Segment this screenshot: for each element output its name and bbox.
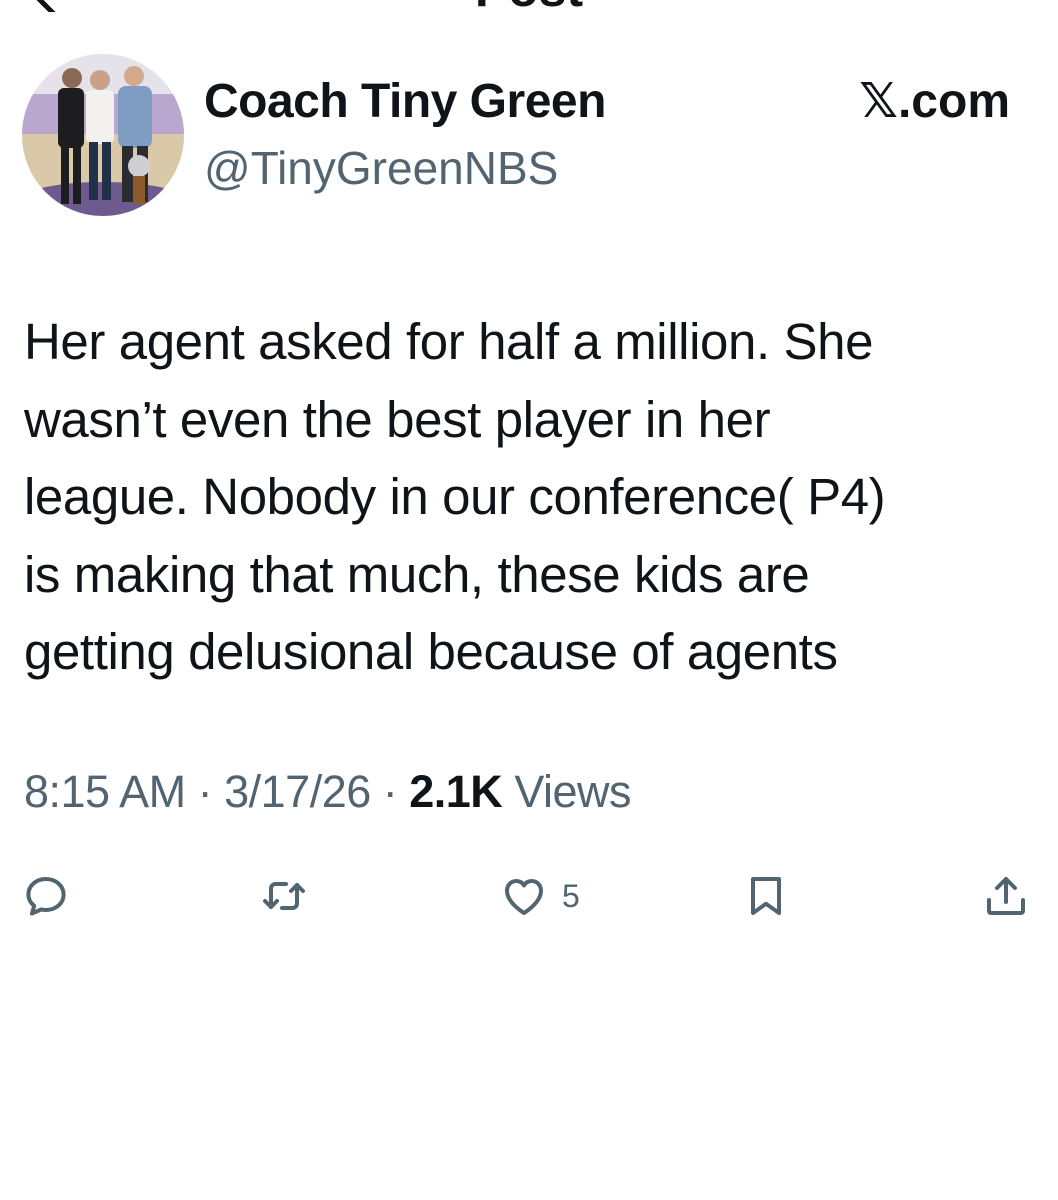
retweet-icon (263, 882, 305, 910)
bookmark-icon (751, 877, 781, 915)
retweet-button[interactable] (260, 870, 308, 922)
tweet-date[interactable]: 3/17/26 (224, 766, 371, 817)
views-count: 2.1K (409, 766, 503, 817)
like-count: 5 (562, 878, 580, 914)
tweet-text: Her agent asked for half a million. She … (24, 313, 886, 680)
views-label: Views (502, 766, 632, 817)
reply-icon (26, 877, 66, 916)
like-button[interactable]: 5 (500, 870, 580, 922)
avatar[interactable] (22, 54, 184, 216)
share-button[interactable] (982, 870, 1030, 922)
top-nav: Post (0, 0, 1058, 20)
heart-icon (505, 879, 543, 915)
avatar-photo (22, 54, 184, 216)
meta-separator: · (370, 766, 410, 817)
tweet-time[interactable]: 8:15 AM (24, 766, 186, 817)
author-handle[interactable]: @TinyGreenNBS (204, 140, 558, 196)
bookmark-button[interactable] (742, 870, 790, 922)
author-name[interactable]: Coach Tiny Green (204, 74, 606, 130)
site-watermark: 𝕏.com (859, 75, 1010, 128)
page-title: Post (0, 0, 1058, 14)
share-icon (987, 877, 1025, 915)
reply-button[interactable] (22, 870, 70, 922)
meta-separator: · (185, 766, 225, 817)
tweet-meta: 8:15 AM · 3/17/26 · 2.1K Views (24, 762, 632, 822)
